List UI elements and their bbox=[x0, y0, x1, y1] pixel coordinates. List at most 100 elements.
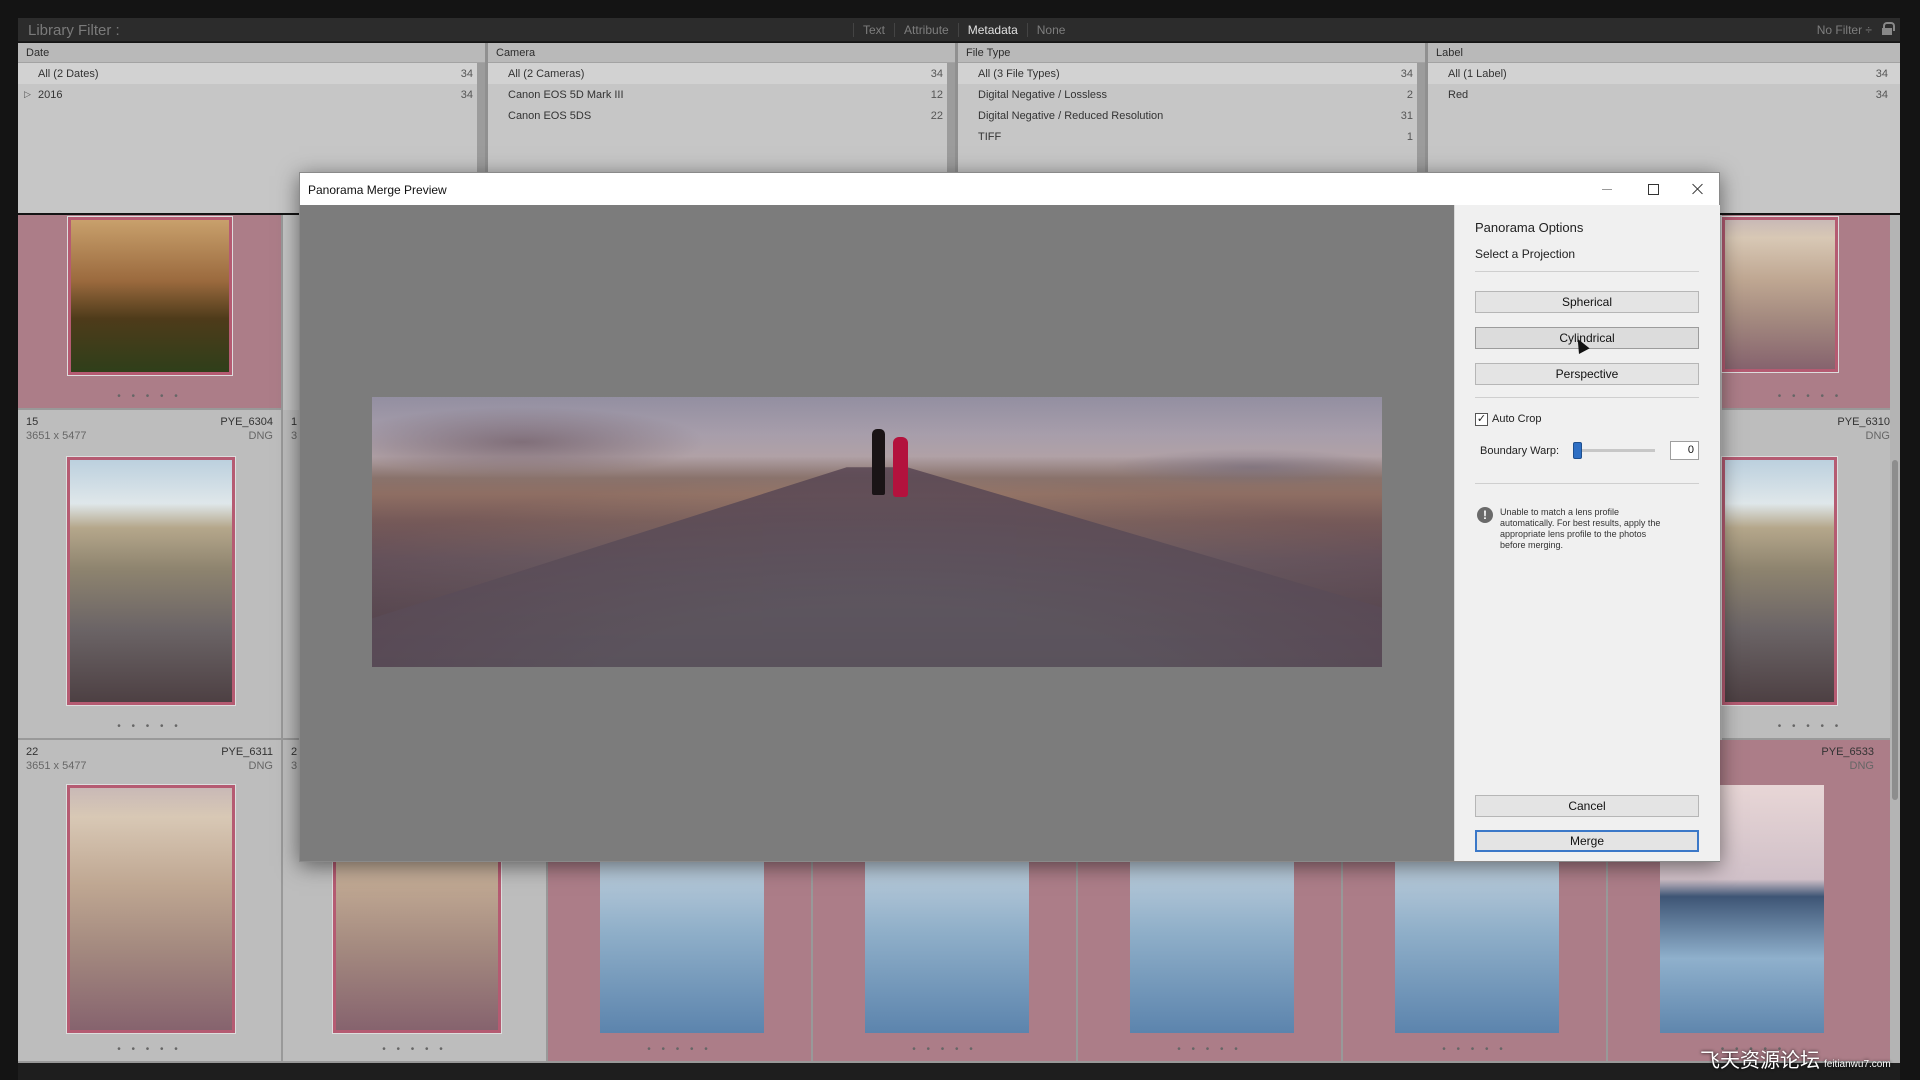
cell-filetype: DNG bbox=[248, 760, 273, 772]
close-icon[interactable] bbox=[1675, 173, 1721, 205]
thumbnail[interactable] bbox=[1722, 217, 1838, 372]
cell-filename: PYE_6533 bbox=[1821, 746, 1874, 758]
library-filter-title: Library Filter : bbox=[28, 22, 120, 39]
filmstrip-edge bbox=[18, 1063, 1900, 1080]
thumbnail[interactable] bbox=[67, 457, 235, 705]
cancel-button[interactable]: Cancel bbox=[1475, 795, 1699, 817]
row-label: Digital Negative / Lossless bbox=[978, 89, 1108, 101]
row-count: 12 bbox=[930, 89, 943, 101]
cell-dimensions: 3 bbox=[291, 760, 298, 772]
boundary-warp-slider-handle[interactable] bbox=[1573, 442, 1582, 459]
column-header[interactable]: Label bbox=[1428, 43, 1900, 63]
panorama-preview-image bbox=[372, 397, 1382, 667]
grid-cell[interactable]: • • • • • bbox=[1722, 215, 1900, 410]
column-header[interactable]: File Type bbox=[958, 43, 1425, 63]
watermark: 飞天资源论坛 feitianwu7.com bbox=[1700, 1044, 1891, 1073]
minimize-icon[interactable] bbox=[1584, 173, 1630, 205]
row-count: 34 bbox=[460, 68, 473, 80]
divider bbox=[1475, 271, 1699, 272]
filter-preset-dropdown[interactable]: No Filter ÷ bbox=[1817, 23, 1872, 37]
list-item[interactable]: All (1 Label) 34 bbox=[1428, 63, 1900, 84]
cell-dots: • • • • • bbox=[382, 1044, 447, 1055]
boundary-warp-input[interactable]: 0 bbox=[1670, 441, 1699, 460]
row-label: TIFF bbox=[978, 131, 1002, 143]
dialog-titlebar[interactable]: Panorama Merge Preview bbox=[300, 173, 1719, 205]
cell-dots: • • • • • bbox=[117, 391, 182, 402]
panorama-merge-dialog: Panorama Merge Preview Panorama Options … bbox=[299, 172, 1720, 862]
merge-button[interactable]: Merge bbox=[1475, 830, 1699, 852]
cell-filetype: DNG bbox=[1865, 430, 1890, 442]
row-count: 2 bbox=[1406, 89, 1413, 101]
row-count: 22 bbox=[930, 110, 943, 122]
list-item[interactable]: ▷ 2016 34 bbox=[18, 84, 485, 105]
grid-cell[interactable]: PYE_6310 DNG • • • • • bbox=[1722, 410, 1900, 740]
cell-filename: PYE_6304 bbox=[220, 416, 273, 428]
list-item[interactable]: Digital Negative / Lossless 2 bbox=[958, 84, 1425, 105]
lightroom-window: Library Filter : Text Attribute Metadata… bbox=[0, 0, 1920, 1080]
row-label: Red bbox=[1448, 89, 1469, 101]
row-label: Canon EOS 5DS bbox=[508, 110, 592, 122]
perspective-button[interactable]: Perspective bbox=[1475, 363, 1699, 385]
lock-icon[interactable] bbox=[1882, 22, 1895, 35]
grid-scrollbar-thumb[interactable] bbox=[1892, 460, 1898, 800]
expand-triangle-icon[interactable]: ▷ bbox=[24, 89, 31, 100]
cell-dots: • • • • • bbox=[117, 1044, 182, 1055]
list-item[interactable]: All (3 File Types) 34 bbox=[958, 63, 1425, 84]
spherical-button[interactable]: Spherical bbox=[1475, 291, 1699, 313]
pano-figure-woman bbox=[893, 437, 908, 497]
cell-dimensions: 3651 x 5477 bbox=[26, 430, 87, 442]
grid-cell[interactable]: 22 3651 x 5477 PYE_6311 DNG • • • • • bbox=[18, 740, 283, 1063]
thumbnail[interactable] bbox=[67, 785, 235, 1033]
list-item[interactable]: All (2 Cameras) 34 bbox=[488, 63, 955, 84]
cell-filename: PYE_6310 bbox=[1837, 416, 1890, 428]
cell-filetype: DNG bbox=[1849, 760, 1874, 772]
row-label: All (2 Cameras) bbox=[508, 68, 585, 80]
filter-mode-metadata[interactable]: Metadata bbox=[957, 23, 1027, 37]
row-count: 34 bbox=[1400, 68, 1413, 80]
list-item[interactable]: Digital Negative / Reduced Resolution 31 bbox=[958, 105, 1425, 126]
column-header[interactable]: Camera bbox=[488, 43, 955, 63]
list-item[interactable]: Canon EOS 5D Mark III 12 bbox=[488, 84, 955, 105]
column-header[interactable]: Date bbox=[18, 43, 485, 63]
maximize-icon[interactable] bbox=[1630, 173, 1676, 205]
cell-dots: • • • • • bbox=[1442, 1044, 1507, 1055]
cell-dots: • • • • • bbox=[1777, 391, 1843, 402]
cell-dots: • • • • • bbox=[117, 721, 182, 732]
thumbnail[interactable] bbox=[68, 217, 232, 375]
row-label: Digital Negative / Reduced Resolution bbox=[978, 110, 1164, 122]
grid-cell[interactable]: • • • • • bbox=[18, 215, 283, 410]
cell-index: 1 bbox=[291, 416, 298, 428]
watermark-text: 飞天资源论坛 bbox=[1700, 1050, 1820, 1072]
cell-index: 2 bbox=[291, 746, 298, 758]
thumbnail[interactable] bbox=[1722, 457, 1837, 705]
row-count: 34 bbox=[1875, 89, 1888, 101]
auto-crop-label: Auto Crop bbox=[1492, 413, 1542, 425]
lens-profile-warning: Unable to match a lens profile automatic… bbox=[1500, 507, 1661, 550]
list-item[interactable]: Canon EOS 5DS 22 bbox=[488, 105, 955, 126]
cell-dimensions: 3 bbox=[291, 430, 298, 442]
filter-mode-attribute[interactable]: Attribute bbox=[894, 23, 958, 37]
row-count: 31 bbox=[1400, 110, 1413, 122]
filter-mode-text[interactable]: Text bbox=[853, 23, 894, 37]
row-label: All (1 Label) bbox=[1448, 68, 1507, 80]
boundary-warp-slider[interactable] bbox=[1575, 449, 1655, 452]
cell-filetype: DNG bbox=[248, 430, 273, 442]
library-filter-bar: Library Filter : Text Attribute Metadata… bbox=[18, 18, 1900, 42]
list-item[interactable]: Red 34 bbox=[1428, 84, 1900, 105]
cell-dots: • • • • • bbox=[912, 1044, 977, 1055]
list-item[interactable]: TIFF 1 bbox=[958, 126, 1425, 147]
boundary-warp-label: Boundary Warp: bbox=[1480, 445, 1560, 457]
cell-filename: PYE_6311 bbox=[221, 746, 273, 758]
row-count: 34 bbox=[930, 68, 943, 80]
filter-mode-none[interactable]: None bbox=[1026, 23, 1075, 37]
cell-dots: • • • • • bbox=[1177, 1044, 1242, 1055]
grid-cell[interactable]: 15 3651 x 5477 PYE_6304 DNG • • • • • bbox=[18, 410, 283, 740]
row-label: Canon EOS 5D Mark III bbox=[508, 89, 624, 101]
row-label: All (3 File Types) bbox=[978, 68, 1060, 80]
list-item[interactable]: All (2 Dates) 34 bbox=[18, 63, 485, 84]
row-count: 1 bbox=[1406, 131, 1413, 143]
divider bbox=[1475, 397, 1699, 398]
auto-crop-checkbox[interactable]: ✓ bbox=[1475, 413, 1488, 426]
row-count: 34 bbox=[460, 89, 473, 101]
warning-icon: ! bbox=[1477, 507, 1493, 523]
